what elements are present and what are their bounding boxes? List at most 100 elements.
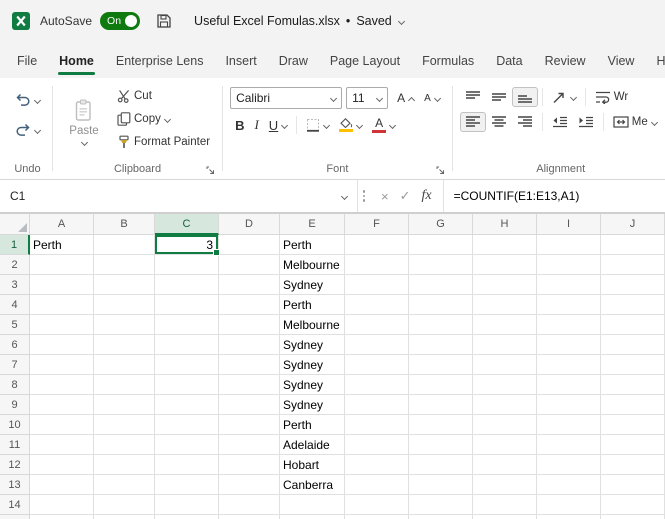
align-left-button[interactable] <box>460 112 486 132</box>
cell-D2[interactable] <box>219 255 280 275</box>
cell-F13[interactable] <box>345 475 409 495</box>
cell-H7[interactable] <box>473 355 537 375</box>
cell-E10[interactable]: Perth <box>280 415 345 435</box>
cell-B10[interactable] <box>94 415 155 435</box>
cell-B11[interactable] <box>94 435 155 455</box>
cell-F9[interactable] <box>345 395 409 415</box>
font-dialog-launcher[interactable] <box>436 166 445 175</box>
cell-G3[interactable] <box>409 275 473 295</box>
cell-D10[interactable] <box>219 415 280 435</box>
enter-icon[interactable]: ✓ <box>400 188 411 204</box>
cell-J11[interactable] <box>601 435 665 455</box>
tab-view[interactable]: View <box>597 45 646 78</box>
cell-H1[interactable] <box>473 235 537 255</box>
cell-E15[interactable] <box>280 515 345 519</box>
merge-center-button[interactable]: Me <box>608 112 662 132</box>
cell-A4[interactable] <box>30 295 94 315</box>
cell-E11[interactable]: Adelaide <box>280 435 345 455</box>
cell-E6[interactable]: Sydney <box>280 335 345 355</box>
cell-I5[interactable] <box>537 315 601 335</box>
decrease-indent-button[interactable] <box>547 112 573 132</box>
cell-B3[interactable] <box>94 275 155 295</box>
copy-button[interactable]: Copy <box>112 109 215 129</box>
increase-indent-button[interactable] <box>573 112 599 132</box>
column-header-G[interactable]: G <box>409 214 473 235</box>
cut-button[interactable]: Cut <box>112 86 215 106</box>
tab-formulas[interactable]: Formulas <box>411 45 485 78</box>
tab-page-layout[interactable]: Page Layout <box>319 45 411 78</box>
cell-H5[interactable] <box>473 315 537 335</box>
cell-B14[interactable] <box>94 495 155 515</box>
cell-C10[interactable] <box>155 415 219 435</box>
cell-D5[interactable] <box>219 315 280 335</box>
cell-A9[interactable] <box>30 395 94 415</box>
wrap-text-button[interactable]: Wr <box>590 87 633 107</box>
tab-insert[interactable]: Insert <box>214 45 267 78</box>
cell-C6[interactable] <box>155 335 219 355</box>
row-header-2[interactable]: 2 <box>0 255 30 275</box>
cell-H11[interactable] <box>473 435 537 455</box>
cell-J3[interactable] <box>601 275 665 295</box>
cell-C12[interactable] <box>155 455 219 475</box>
paste-button[interactable]: Paste <box>60 84 108 159</box>
cell-H9[interactable] <box>473 395 537 415</box>
cell-J12[interactable] <box>601 455 665 475</box>
cell-I2[interactable] <box>537 255 601 275</box>
cell-E5[interactable]: Melbourne <box>280 315 345 335</box>
cell-G10[interactable] <box>409 415 473 435</box>
column-header-A[interactable]: A <box>30 214 94 235</box>
cell-B1[interactable] <box>94 235 155 255</box>
select-all-button[interactable] <box>0 214 30 235</box>
row-header-15[interactable]: 15 <box>0 515 30 519</box>
cell-G11[interactable] <box>409 435 473 455</box>
cell-H10[interactable] <box>473 415 537 435</box>
cell-B9[interactable] <box>94 395 155 415</box>
name-box-resizer[interactable] <box>358 180 370 212</box>
cell-J1[interactable] <box>601 235 665 255</box>
cell-H6[interactable] <box>473 335 537 355</box>
borders-button[interactable] <box>301 115 334 135</box>
cell-E3[interactable]: Sydney <box>280 275 345 295</box>
cell-G2[interactable] <box>409 255 473 275</box>
cell-F3[interactable] <box>345 275 409 295</box>
tab-enterprise-lens[interactable]: Enterprise Lens <box>105 45 215 78</box>
row-header-3[interactable]: 3 <box>0 275 30 295</box>
cell-A11[interactable] <box>30 435 94 455</box>
cell-I4[interactable] <box>537 295 601 315</box>
cell-J14[interactable] <box>601 495 665 515</box>
cell-A1[interactable]: Perth <box>30 235 94 255</box>
cell-B4[interactable] <box>94 295 155 315</box>
cell-D6[interactable] <box>219 335 280 355</box>
tab-file[interactable]: File <box>6 45 48 78</box>
cell-I1[interactable] <box>537 235 601 255</box>
cell-I7[interactable] <box>537 355 601 375</box>
cell-J7[interactable] <box>601 355 665 375</box>
cell-G7[interactable] <box>409 355 473 375</box>
align-top-button[interactable] <box>460 87 486 107</box>
cell-E8[interactable]: Sydney <box>280 375 345 395</box>
autosave-toggle[interactable]: On <box>100 12 140 30</box>
cell-C3[interactable] <box>155 275 219 295</box>
cell-I9[interactable] <box>537 395 601 415</box>
row-header-8[interactable]: 8 <box>0 375 30 395</box>
cell-D3[interactable] <box>219 275 280 295</box>
row-header-10[interactable]: 10 <box>0 415 30 435</box>
cell-E1[interactable]: Perth <box>280 235 345 255</box>
name-box[interactable]: C1 <box>0 180 358 212</box>
cell-E4[interactable]: Perth <box>280 295 345 315</box>
cell-A12[interactable] <box>30 455 94 475</box>
column-header-D[interactable]: D <box>219 214 280 235</box>
cell-I10[interactable] <box>537 415 601 435</box>
cell-F5[interactable] <box>345 315 409 335</box>
cell-H2[interactable] <box>473 255 537 275</box>
cell-D13[interactable] <box>219 475 280 495</box>
cell-G1[interactable] <box>409 235 473 255</box>
clipboard-dialog-launcher[interactable] <box>206 166 215 175</box>
cell-G9[interactable] <box>409 395 473 415</box>
cell-G6[interactable] <box>409 335 473 355</box>
cell-F15[interactable] <box>345 515 409 519</box>
cell-A10[interactable] <box>30 415 94 435</box>
cell-E7[interactable]: Sydney <box>280 355 345 375</box>
cell-C9[interactable] <box>155 395 219 415</box>
cell-J9[interactable] <box>601 395 665 415</box>
